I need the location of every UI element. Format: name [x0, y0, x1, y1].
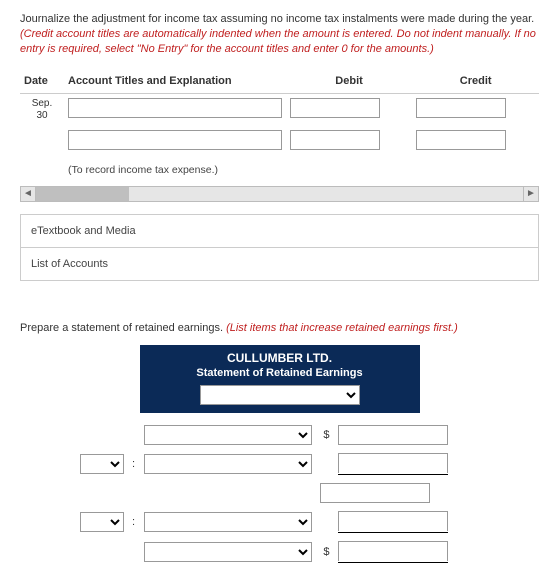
- statement-row: :: [80, 511, 480, 533]
- subtotal-row: [320, 483, 480, 503]
- period-select[interactable]: [200, 385, 360, 405]
- instruction-hint: (Credit account titles are automatically…: [20, 28, 536, 55]
- dollar-sign: $: [318, 546, 332, 558]
- scroll-left-button[interactable]: ◄: [20, 186, 36, 202]
- debit-input[interactable]: [290, 98, 380, 118]
- amount-input[interactable]: [320, 483, 430, 503]
- table-row: [20, 126, 539, 154]
- journalize-instructions: Journalize the adjustment for income tax…: [20, 12, 539, 57]
- statement-row: $: [80, 425, 480, 445]
- retained-earnings-instructions: Prepare a statement of retained earnings…: [20, 321, 539, 336]
- instruction-hint: (List items that increase retained earni…: [226, 322, 458, 334]
- statement-row: $: [80, 541, 480, 563]
- credit-input[interactable]: [416, 130, 506, 150]
- table-row: Sep.30: [20, 93, 539, 126]
- company-name: CULLUMBER LTD.: [150, 351, 410, 365]
- scroll-right-button[interactable]: ►: [523, 186, 539, 202]
- list-of-accounts-link[interactable]: List of Accounts: [21, 248, 538, 280]
- colon-label: :: [130, 516, 138, 528]
- statement-title: Statement of Retained Earnings: [150, 367, 410, 379]
- amount-input[interactable]: [338, 453, 448, 473]
- line-item-select[interactable]: [144, 425, 312, 445]
- operator-select[interactable]: [80, 454, 124, 474]
- dollar-sign: $: [318, 429, 332, 441]
- account-title-input[interactable]: [68, 130, 282, 150]
- account-title-input[interactable]: [68, 98, 282, 118]
- col-account: Account Titles and Explanation: [64, 69, 286, 94]
- statement-body: $ : : $: [80, 425, 480, 563]
- instruction-text: Prepare a statement of retained earnings…: [20, 322, 223, 334]
- amount-input[interactable]: [338, 511, 448, 531]
- instruction-text: Journalize the adjustment for income tax…: [20, 13, 534, 25]
- operator-select[interactable]: [80, 512, 124, 532]
- colon-label: :: [130, 458, 138, 470]
- entry-caption: (To record income tax expense.): [64, 154, 539, 180]
- col-date: Date: [20, 69, 64, 94]
- etextbook-media-link[interactable]: eTextbook and Media: [21, 215, 538, 248]
- credit-input[interactable]: [416, 98, 506, 118]
- journal-entry-table: Date Account Titles and Explanation Debi…: [20, 69, 539, 180]
- date-cell: Sep.30: [20, 93, 64, 126]
- col-debit: Debit: [286, 69, 413, 94]
- debit-input[interactable]: [290, 130, 380, 150]
- scroll-track[interactable]: [36, 186, 523, 202]
- amount-input[interactable]: [338, 541, 448, 561]
- statement-row: :: [80, 453, 480, 475]
- horizontal-scrollbar[interactable]: ◄ ►: [20, 186, 539, 202]
- scroll-thumb[interactable]: [36, 187, 129, 201]
- line-item-select[interactable]: [144, 454, 312, 474]
- statement-header: CULLUMBER LTD. Statement of Retained Ear…: [140, 345, 420, 413]
- caption-row: (To record income tax expense.): [20, 154, 539, 180]
- resource-links: eTextbook and Media List of Accounts: [20, 214, 539, 281]
- line-item-select[interactable]: [144, 542, 312, 562]
- line-item-select[interactable]: [144, 512, 312, 532]
- amount-input[interactable]: [338, 425, 448, 445]
- col-credit: Credit: [412, 69, 539, 94]
